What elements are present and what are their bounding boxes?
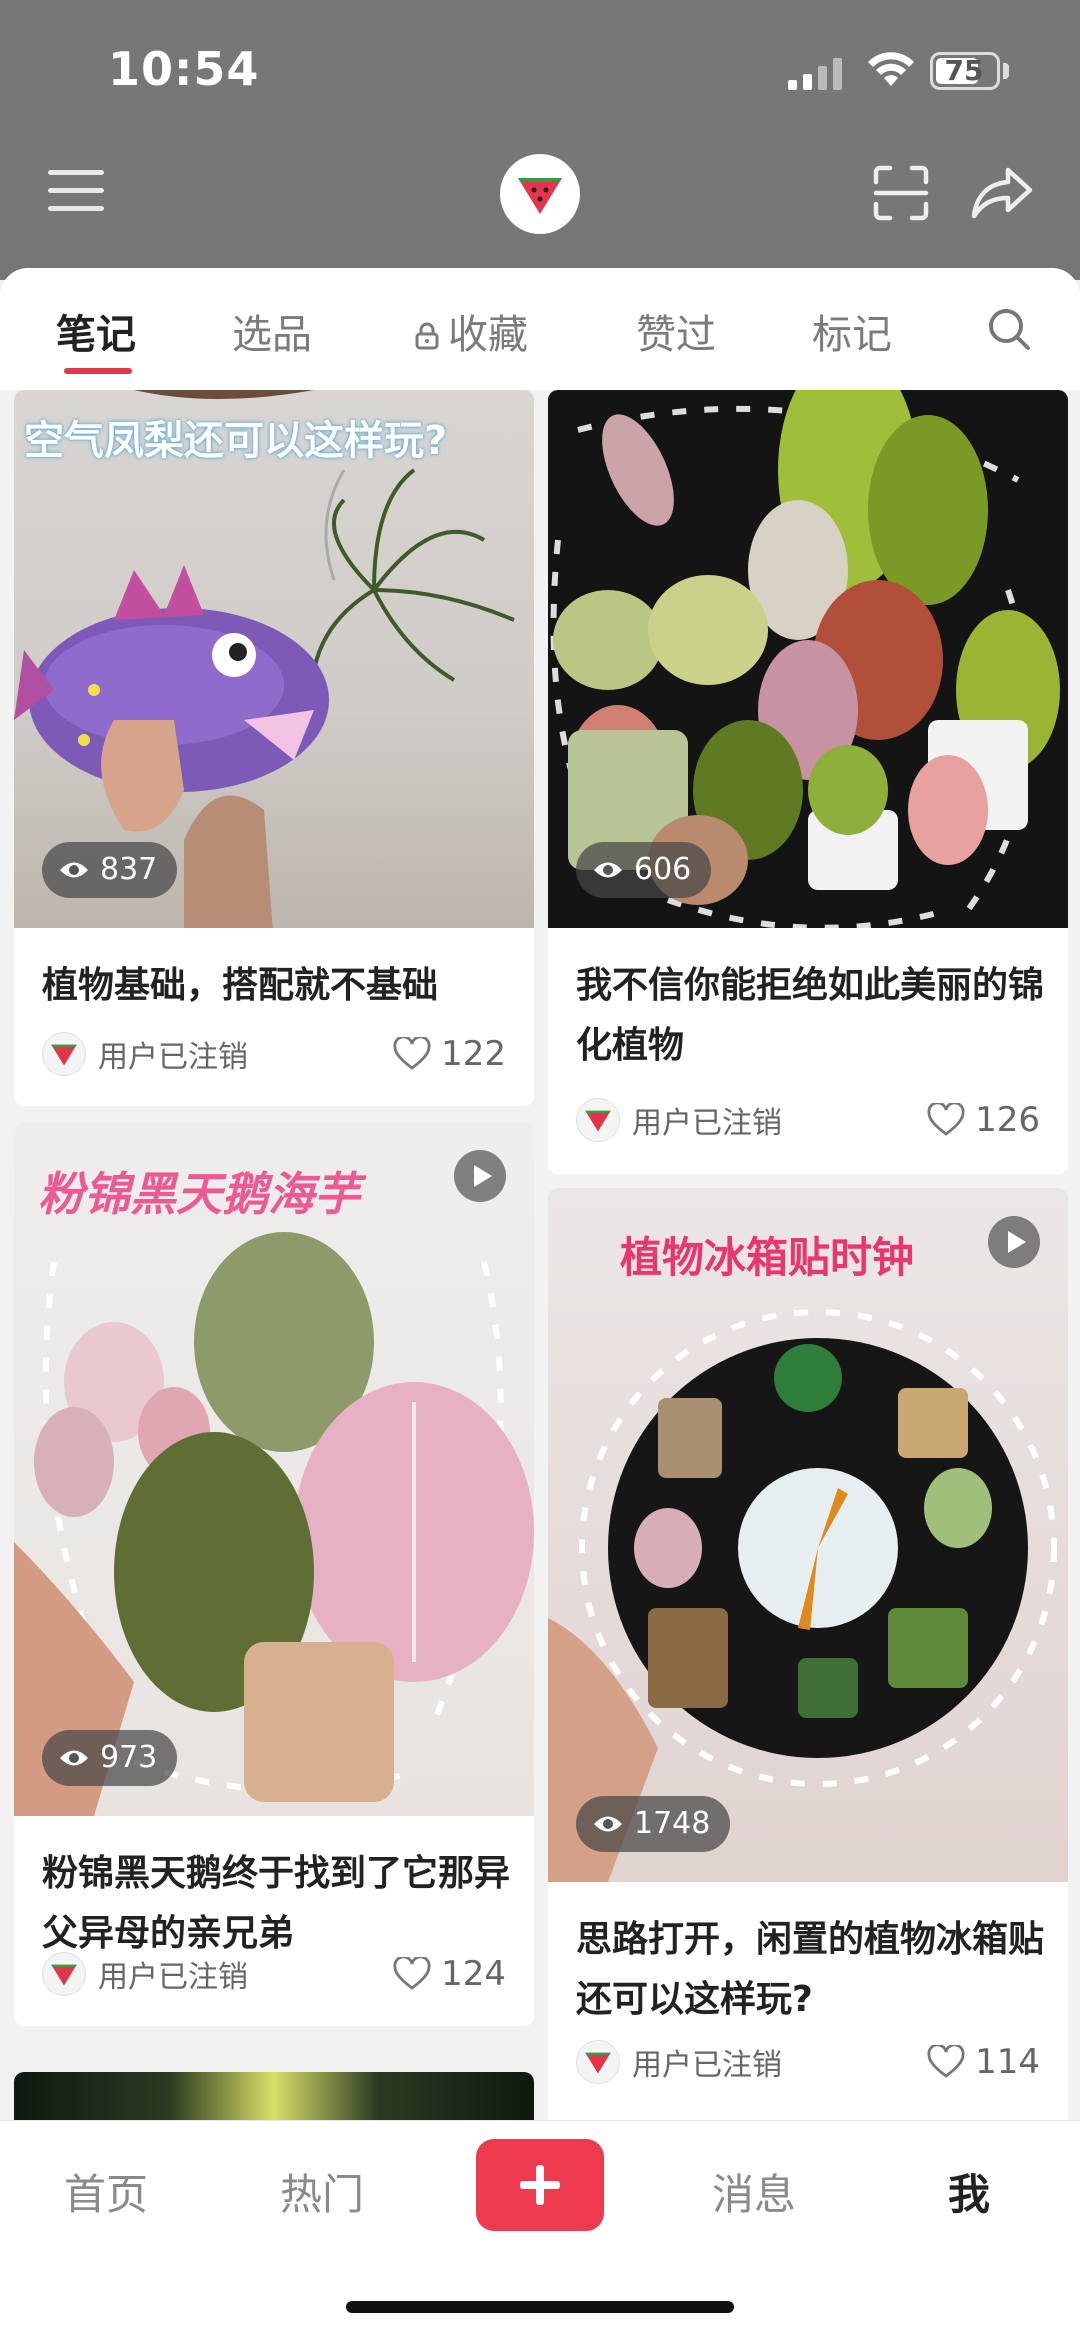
view-count: 606 (634, 852, 692, 887)
note-title: 我不信你能拒绝如此美丽的锦化植物 (576, 965, 1045, 1066)
nav-hot[interactable]: 热门 (280, 2161, 364, 2222)
note-author[interactable]: 用户已注销 (42, 1950, 248, 1998)
note-thumbnail: 606 (548, 390, 1068, 928)
menu-icon[interactable] (48, 168, 106, 214)
top-header: 10:54 75 (0, 0, 1080, 280)
battery-level: 75 (944, 54, 984, 87)
view-count-badge: 837 (42, 842, 178, 898)
author-name: 用户已注销 (98, 1960, 248, 1995)
avatar (576, 1098, 620, 1142)
profile-tabs: 笔记 选品 收藏 赞过 标记 (0, 268, 1080, 390)
create-post-button[interactable] (476, 2139, 604, 2231)
cellular-signal-icon (788, 58, 842, 90)
like-count: 114 (975, 2042, 1040, 2082)
play-icon (988, 1216, 1040, 1268)
notes-feed: 空气凤梨还可以这样玩? 837 植物基础，搭配就不基础 用户已注销 122 60… (0, 390, 1080, 2120)
note-thumbnail (14, 2072, 534, 2120)
watermelon-logo-icon[interactable] (500, 154, 580, 234)
author-name: 用户已注销 (632, 1106, 782, 1141)
note-thumbnail: 植物冰箱贴时钟 1748 (548, 1188, 1068, 1882)
view-count-badge: 1748 (576, 1796, 731, 1852)
like-button[interactable]: 126 (927, 1096, 1040, 1144)
active-tab-indicator (64, 368, 132, 374)
tab-favorites-label: 收藏 (448, 312, 528, 358)
eye-icon (594, 1816, 622, 1832)
like-button[interactable]: 114 (927, 2038, 1040, 2086)
tab-notes[interactable]: 笔记 (56, 302, 136, 360)
plus-icon (520, 2165, 560, 2205)
note-thumbnail: 粉锦黑天鹅海芋 973 (14, 1122, 534, 1816)
note-thumbnail: 空气凤梨还可以这样玩? 837 (14, 390, 534, 928)
tab-liked[interactable]: 赞过 (636, 302, 716, 360)
note-card-partial[interactable] (14, 2072, 534, 2120)
thumbnail-overlay-title: 植物冰箱贴时钟 (620, 1233, 915, 1282)
battery-nub (1003, 63, 1009, 79)
avatar (576, 2040, 620, 2084)
wifi-icon (868, 52, 914, 86)
nav-me[interactable]: 我 (948, 2161, 990, 2222)
thumbnail-overlay-title: 空气凤梨还可以这样玩? (24, 418, 448, 464)
avatar (42, 1952, 86, 1996)
tab-marked[interactable]: 标记 (812, 302, 892, 360)
tab-selection[interactable]: 选品 (232, 302, 312, 360)
note-card[interactable]: 空气凤梨还可以这样玩? 837 植物基础，搭配就不基础 用户已注销 122 (14, 390, 534, 1106)
heart-icon (393, 1037, 431, 1070)
share-icon[interactable] (970, 164, 1034, 222)
author-name: 用户已注销 (98, 1040, 248, 1075)
thumbnail-illustration (548, 1309, 1057, 1882)
note-author[interactable]: 用户已注销 (42, 1030, 248, 1078)
note-card[interactable]: 606 我不信你能拒绝如此美丽的锦化植物 用户已注销 126 (548, 390, 1068, 1174)
view-count: 837 (100, 852, 158, 887)
like-count: 126 (975, 1100, 1040, 1140)
view-count: 1748 (634, 1806, 711, 1841)
status-time: 10:54 (108, 42, 260, 96)
view-count: 973 (100, 1740, 158, 1775)
heart-icon (393, 1957, 431, 1990)
eye-icon (594, 862, 622, 878)
avatar (42, 1032, 86, 1076)
bottom-navigation: 首页 热门 消息 我 (0, 2120, 1080, 2337)
like-count: 122 (441, 1034, 506, 1074)
view-count-badge: 606 (576, 842, 712, 898)
heart-icon (927, 1103, 965, 1136)
note-author[interactable]: 用户已注销 (576, 1096, 782, 1144)
status-bar: 10:54 75 (0, 0, 1080, 140)
eye-icon (60, 1750, 88, 1766)
home-indicator (346, 2301, 734, 2313)
battery-icon: 75 (930, 52, 1000, 90)
nav-messages[interactable]: 消息 (712, 2161, 796, 2222)
nav-home[interactable]: 首页 (64, 2161, 148, 2222)
note-title: 植物基础，搭配就不基础 (42, 965, 439, 1006)
search-icon[interactable] (986, 306, 1032, 352)
like-button[interactable]: 122 (393, 1030, 506, 1078)
scan-icon[interactable] (872, 164, 930, 222)
tab-favorites[interactable]: 收藏 (414, 302, 528, 360)
heart-icon (927, 2045, 965, 2078)
like-button[interactable]: 124 (393, 1950, 506, 1998)
play-icon (454, 1150, 506, 1202)
thumbnail-illustration (14, 1232, 534, 1816)
view-count-badge: 973 (42, 1730, 178, 1786)
author-name: 用户已注销 (632, 2048, 782, 2083)
note-title: 粉锦黑天鹅终于找到了它那异父异母的亲兄弟 (42, 1853, 511, 1954)
thumbnail-overlay-title: 粉锦黑天鹅海芋 (38, 1167, 360, 1221)
eye-icon (60, 862, 88, 878)
lock-icon (415, 322, 439, 350)
like-count: 124 (441, 1954, 506, 1994)
note-card[interactable]: 植物冰箱贴时钟 1748 思路打开，闲置的植物冰箱贴还可以这样玩? 用户已注销 … (548, 1188, 1068, 2120)
note-author[interactable]: 用户已注销 (576, 2038, 782, 2086)
note-title: 思路打开，闲置的植物冰箱贴还可以这样玩? (576, 1919, 1045, 2020)
note-card[interactable]: 粉锦黑天鹅海芋 973 粉锦黑天鹅终于找到了它那异父异母的亲兄弟 用户已注销 1… (14, 1122, 534, 2026)
